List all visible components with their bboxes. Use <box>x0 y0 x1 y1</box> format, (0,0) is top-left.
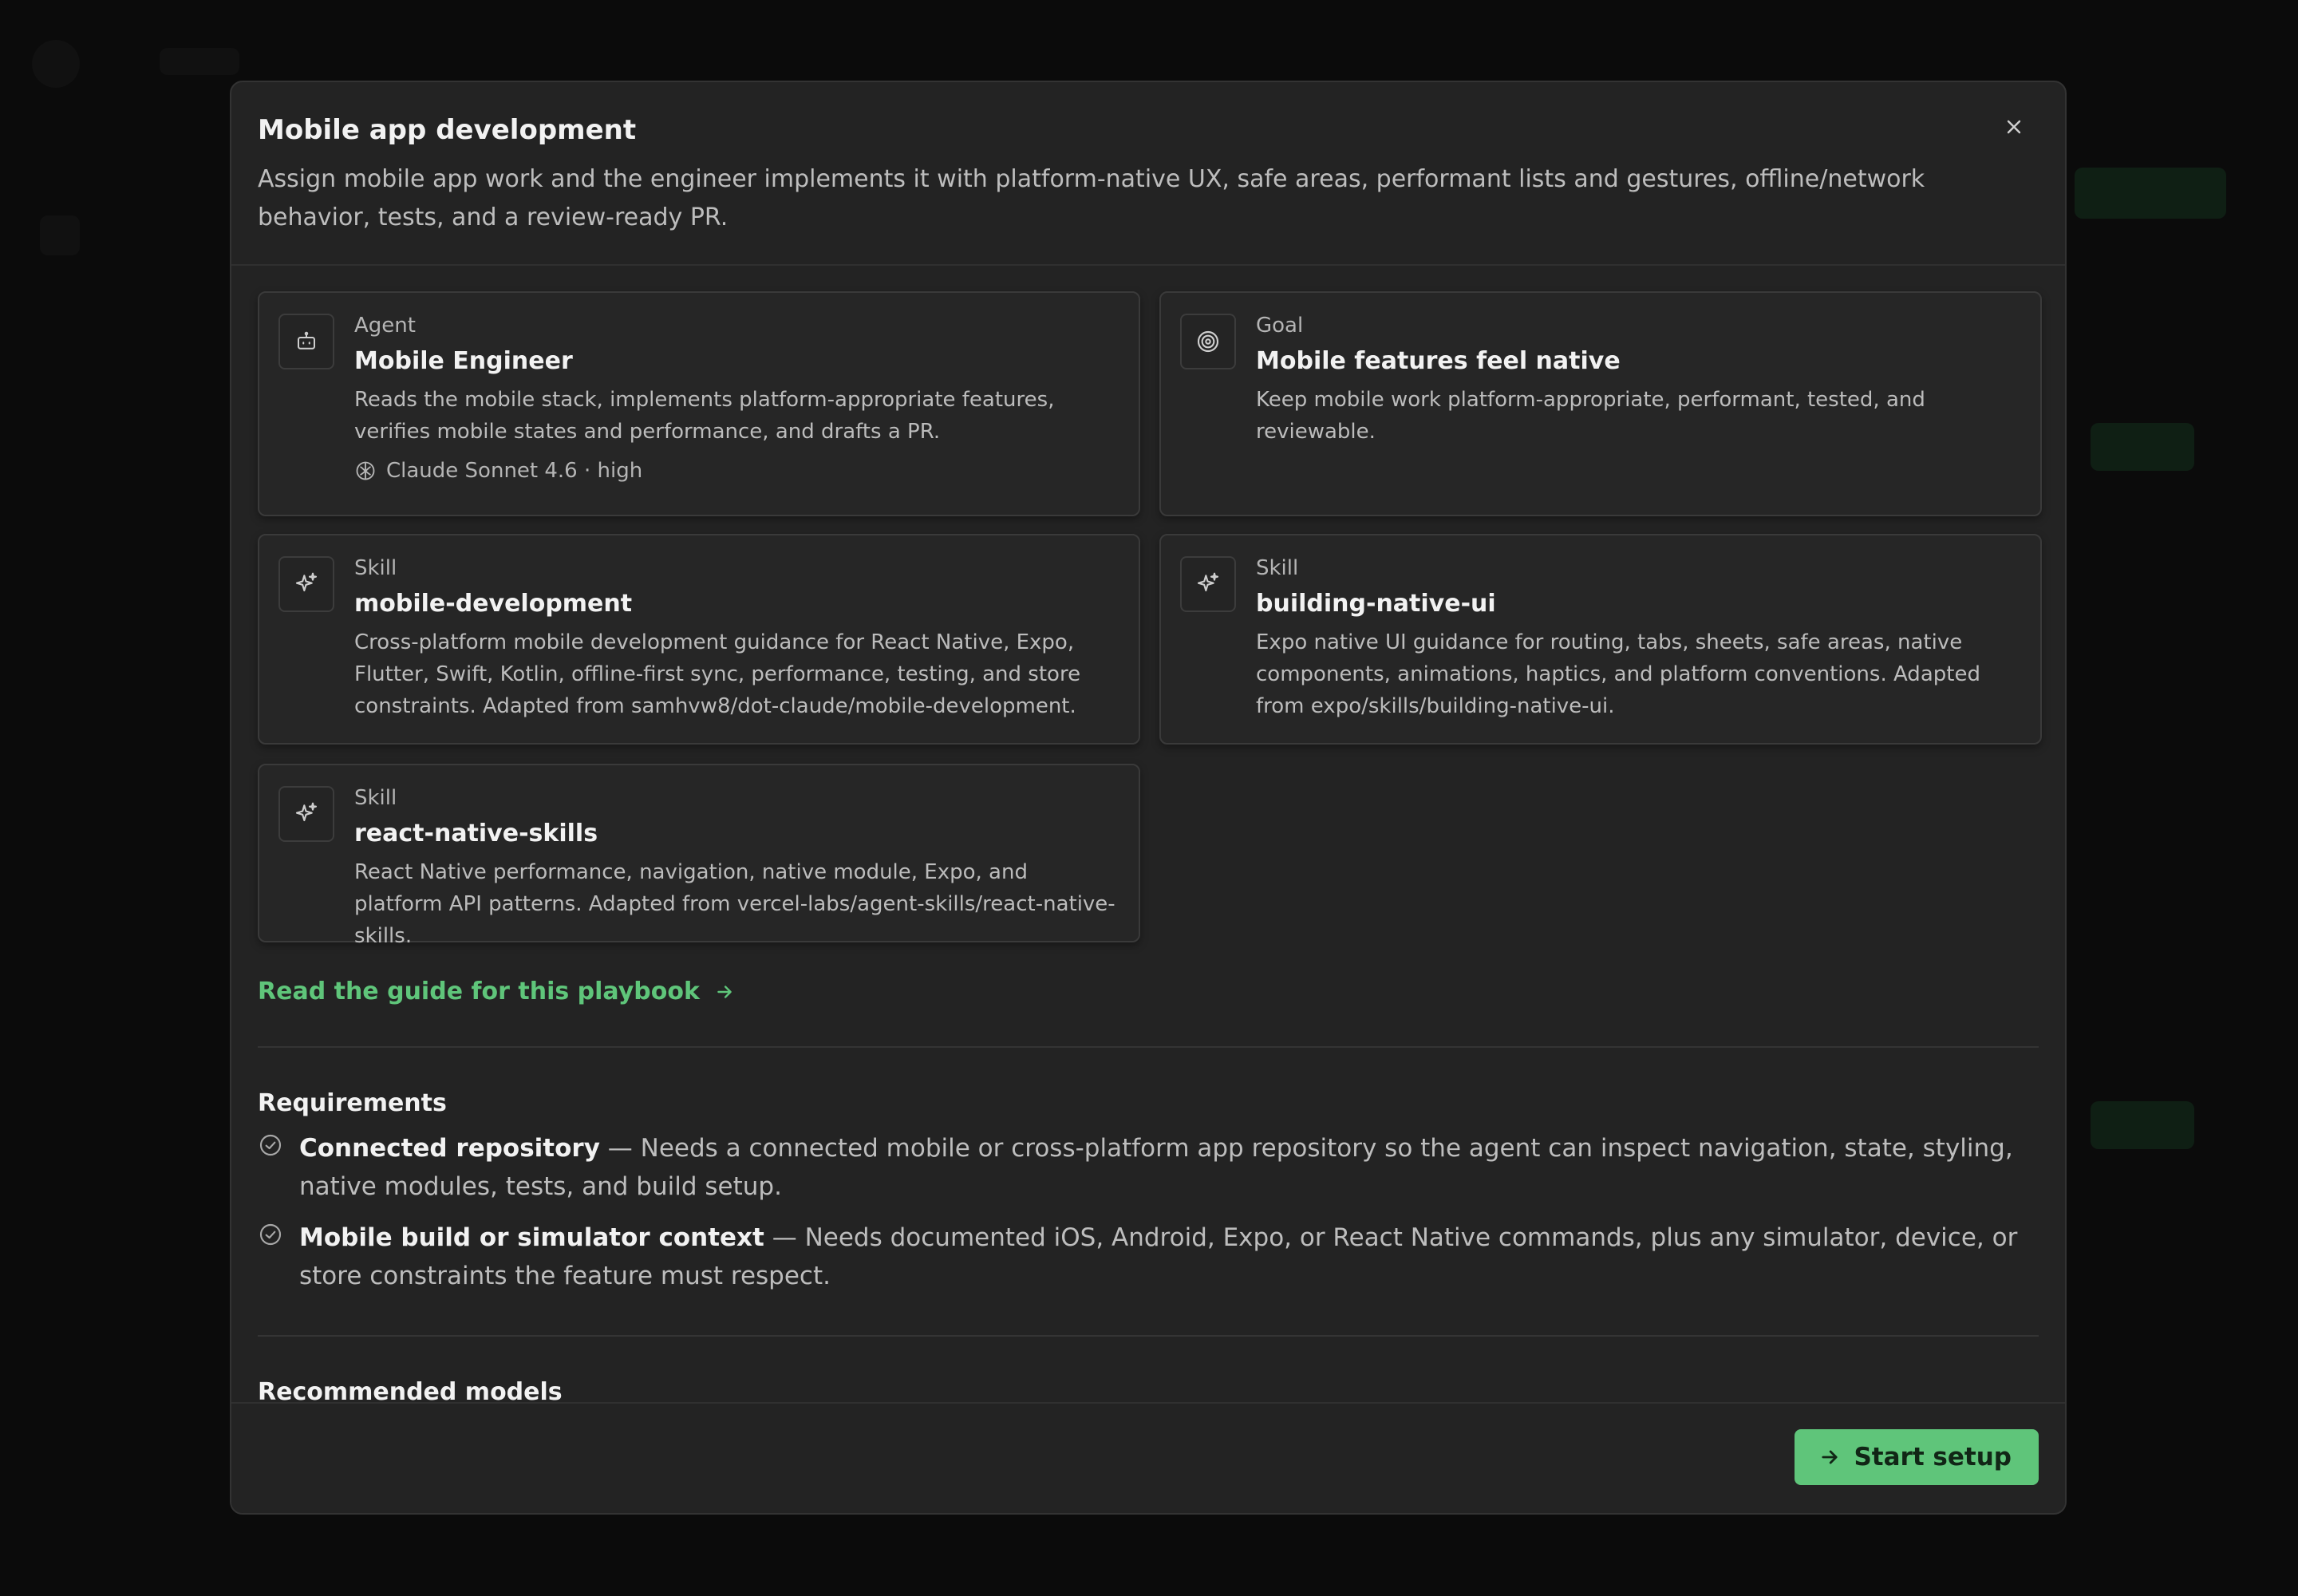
card-kind: Goal <box>1256 314 1304 338</box>
requirement-item: Mobile build or simulator context — Need… <box>258 1219 2039 1295</box>
guide-link-label: Read the guide for this playbook <box>258 978 700 1005</box>
card-description: React Native performance, navigation, na… <box>354 860 1115 948</box>
card-icon-box <box>1180 314 1236 369</box>
requirement-name: Mobile build or simulator context <box>299 1223 764 1252</box>
card-icon-box <box>278 314 334 369</box>
card-description: Reads the mobile stack, implements platf… <box>354 388 1055 444</box>
card-name: Mobile Engineer <box>354 347 573 375</box>
playbook-guide-link[interactable]: Read the guide for this playbook <box>258 978 735 1005</box>
sparkle-icon <box>295 802 318 822</box>
skill-card-react-native-skills[interactable]: Skill react-native-skills React Native p… <box>258 764 1140 948</box>
skill-card-building-native-ui[interactable]: Skill building-native-ui Expo native UI … <box>1159 534 2042 745</box>
card-name: mobile-development <box>354 590 633 618</box>
arrow-right-icon <box>1822 1450 1838 1464</box>
start-setup-label: Start setup <box>1854 1443 2012 1472</box>
requirement-text: Mobile build or simulator context — Need… <box>299 1219 2039 1295</box>
start-setup-button[interactable]: Start setup <box>1795 1429 2039 1485</box>
arrow-right-icon <box>717 985 732 998</box>
card-description: Keep mobile work platform-appropriate, p… <box>1256 388 1925 444</box>
card-icon-box <box>278 556 334 612</box>
requirement-item: Connected repository — Needs a connected… <box>258 1129 2039 1206</box>
card-kind: Skill <box>1256 556 1299 580</box>
close-button[interactable] <box>1998 111 2030 143</box>
card-kind: Skill <box>354 556 397 580</box>
requirements-title: Requirements <box>258 1089 447 1117</box>
sparkle-icon <box>295 572 318 592</box>
close-icon <box>2007 120 2021 134</box>
goal-card[interactable]: Goal Mobile features feel native Keep mo… <box>1159 291 2042 516</box>
dialog-title: Mobile app development <box>258 114 637 146</box>
card-kind: Agent <box>354 314 416 338</box>
requirement-separator: — <box>599 1134 641 1163</box>
card-description: Cross-platform mobile development guidan… <box>354 630 1081 718</box>
section-divider <box>258 1046 2039 1048</box>
requirement-text: Connected repository — Needs a connected… <box>299 1129 2039 1206</box>
requirement-separator: — <box>764 1223 805 1252</box>
dialog-footer: Start setup <box>231 1402 2065 1513</box>
dialog-body: Agent Mobile Engineer Reads the mobile s… <box>258 291 2042 1480</box>
card-model-label: Claude Sonnet 4.6 · high <box>386 459 643 483</box>
brain-icon <box>356 461 375 480</box>
card-icon-box <box>278 786 334 842</box>
sparkle-icon <box>1197 572 1219 592</box>
requirement-name: Connected repository <box>299 1134 600 1163</box>
dialog-header: Mobile app development Assign mobile app… <box>231 82 2065 266</box>
target-icon <box>1197 330 1219 353</box>
skill-card-mobile-development[interactable]: Skill mobile-development Cross-platform … <box>258 534 1140 745</box>
agent-card[interactable]: Agent Mobile Engineer Reads the mobile s… <box>258 291 1140 516</box>
card-kind: Skill <box>354 786 397 810</box>
card-model-meta: Claude Sonnet 4.6 · high <box>354 459 642 483</box>
card-name: Mobile features feel native <box>1256 347 1621 375</box>
card-description: Expo native UI guidance for routing, tab… <box>1256 630 1980 718</box>
card-name: react-native-skills <box>354 820 598 847</box>
robot-icon <box>298 331 315 350</box>
card-icon-box <box>1180 556 1236 612</box>
card-name: building-native-ui <box>1256 590 1496 618</box>
section-divider <box>258 1335 2039 1337</box>
check-circle-icon <box>259 1134 282 1156</box>
dialog-description: Assign mobile app work and the engineer … <box>258 165 1925 231</box>
check-circle-icon <box>259 1223 282 1246</box>
playbook-dialog: Mobile app development Assign mobile app… <box>230 81 2067 1515</box>
